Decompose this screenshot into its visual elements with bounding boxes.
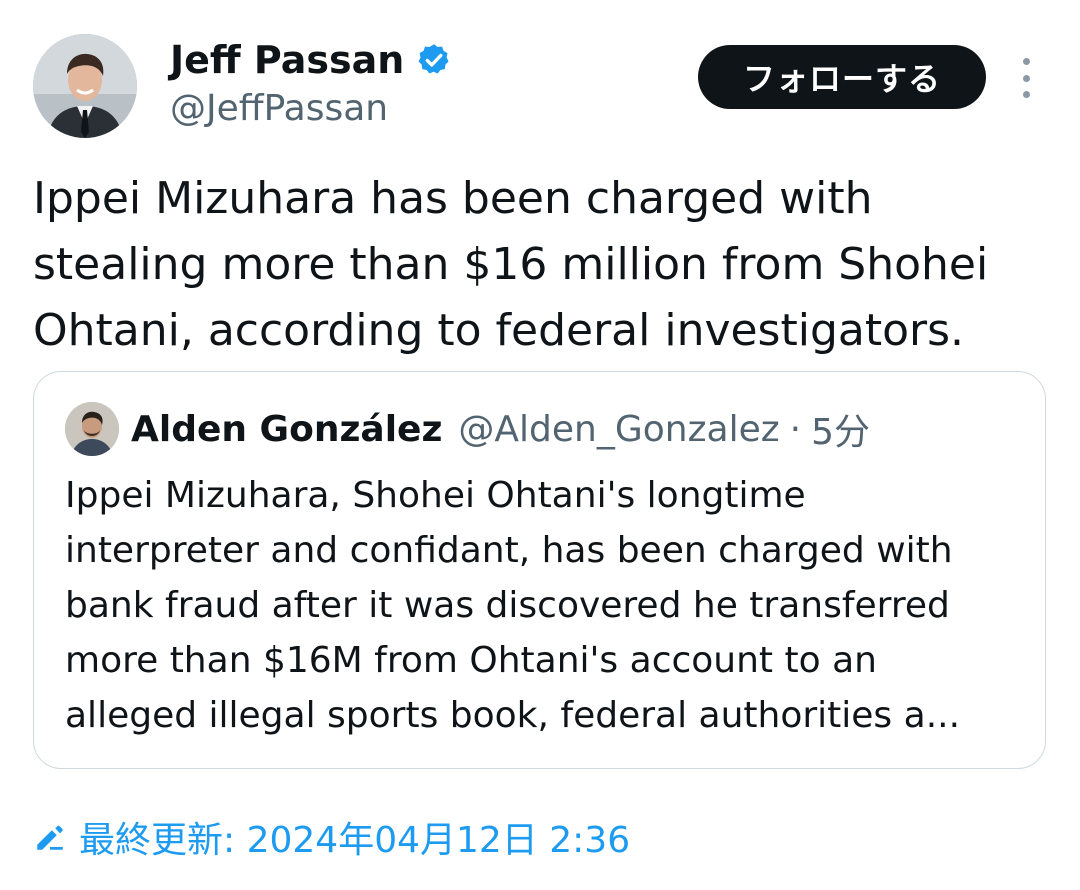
quoted-author-handle[interactable]: @Alden_Gonzalez — [458, 409, 779, 450]
author-name-row: Jeff Passan — [170, 34, 452, 86]
quoted-tweet-header: Alden González @Alden_Gonzalez · 5分 — [131, 402, 870, 456]
follow-button[interactable]: フォローする — [698, 45, 986, 109]
quoted-separator: · — [789, 408, 802, 450]
verified-badge-icon[interactable] — [416, 42, 452, 78]
more-vertical-icon[interactable] — [1012, 58, 1040, 98]
quoted-timestamp[interactable]: 5分 — [811, 403, 870, 455]
edit-pencil-icon — [37, 825, 63, 850]
more-dot — [1022, 74, 1030, 82]
quoted-author-avatar-image — [65, 402, 119, 456]
author-name[interactable]: Jeff Passan — [170, 38, 404, 82]
more-dot — [1022, 58, 1030, 65]
last-edited-label: 最終更新: 2024年04月12日 2:36 — [79, 820, 631, 861]
quoted-author-avatar — [65, 402, 119, 456]
last-edited-info[interactable]: 最終更新: 2024年04月12日 2:36 — [33, 814, 631, 861]
quoted-tweet-text: Ippei Mizuhara, Shohei Ohtani's longtime… — [65, 475, 961, 736]
author-handle[interactable]: @JeffPassan — [170, 88, 388, 129]
more-dot — [1022, 91, 1030, 98]
tweet-text: Ippei Mizuhara has been charged with ste… — [33, 173, 989, 356]
author-avatar-image — [33, 34, 137, 138]
author-avatar[interactable] — [33, 34, 137, 138]
quoted-author-name[interactable]: Alden González — [131, 409, 442, 450]
